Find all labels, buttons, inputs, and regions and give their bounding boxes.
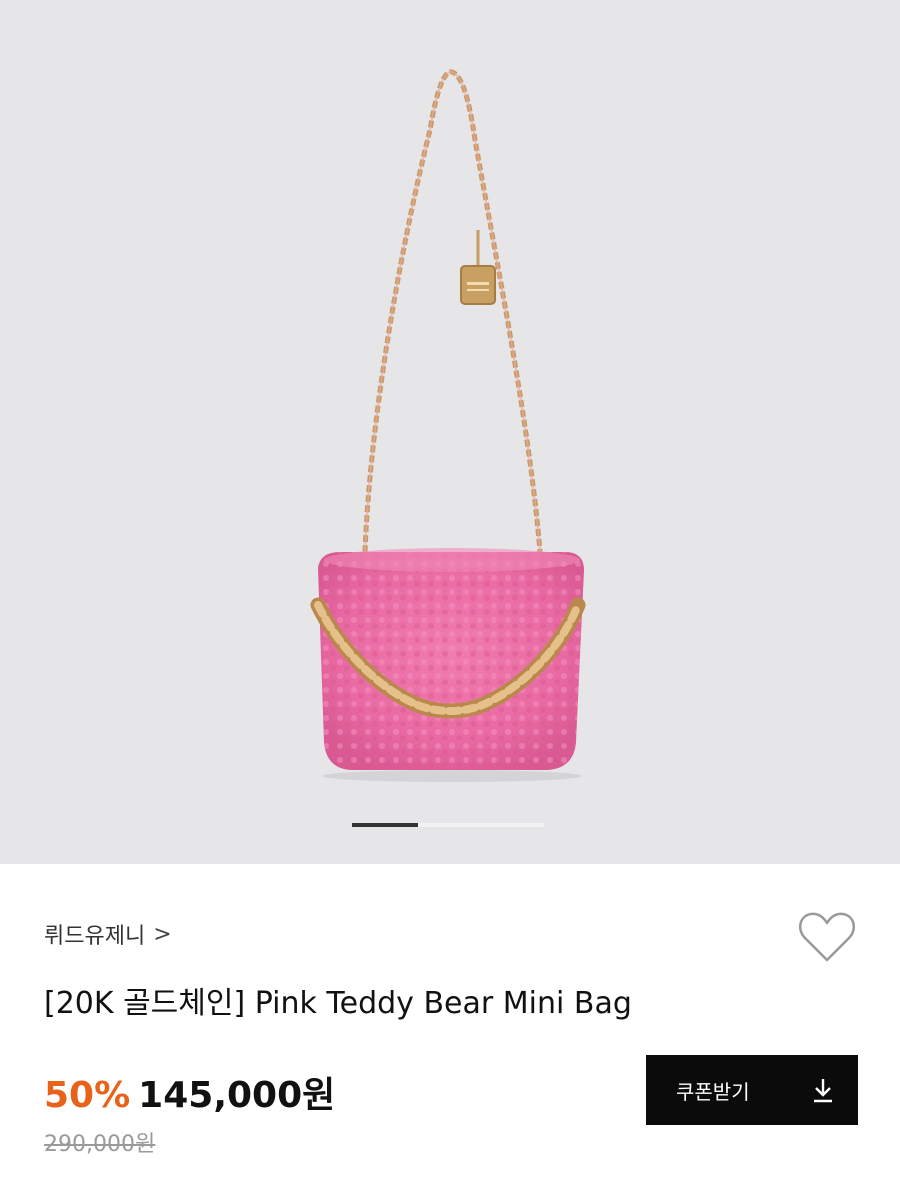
download-icon — [812, 1077, 834, 1103]
product-image-gallery[interactable] — [0, 0, 900, 864]
original-price: 290,000원 — [44, 1132, 156, 1157]
product-photo — [310, 69, 586, 782]
carousel-indicator-track — [418, 823, 544, 827]
price-row: 50% 145,000원 — [44, 1066, 335, 1118]
heart-outline-icon[interactable] — [798, 910, 856, 964]
brand-name: 뤼드유제니 — [44, 924, 146, 949]
carousel-indicator — [352, 823, 544, 827]
sale-price: 145,000원 — [138, 1075, 336, 1116]
chevron-right-icon: > — [153, 921, 172, 947]
product-title: [20K 골드체인] Pink Teddy Bear Mini Bag — [44, 986, 632, 1021]
carousel-indicator-active — [352, 823, 418, 827]
coupon-button-label: 쿠폰받기 — [676, 1079, 750, 1104]
brand-link[interactable]: 뤼드유제니 > — [44, 918, 172, 950]
coupon-download-button[interactable]: 쿠폰받기 — [646, 1055, 858, 1125]
discount-rate: 50% — [44, 1075, 131, 1116]
